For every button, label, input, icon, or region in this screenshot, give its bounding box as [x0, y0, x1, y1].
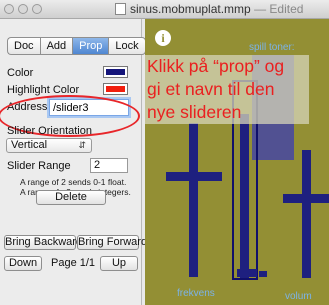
range-label: Slider Range [7, 160, 71, 172]
address-label: Address [7, 101, 48, 113]
window-titlebar: sinus.mobmuplat.mmp — Edited [0, 0, 329, 19]
tab-prop[interactable]: Prop [72, 37, 109, 55]
stepper-arrows-icon: ⇵ [78, 140, 86, 150]
range-note-1: A range of 2 sends 0-1 float. [20, 177, 127, 187]
slider-volum-knob[interactable] [283, 194, 329, 203]
instruction-line-2: gi et navn til den [147, 79, 275, 99]
highlight-color-label: Highlight Color [7, 84, 80, 96]
spill-toner-label: spill toner: [249, 42, 295, 53]
page-down-button[interactable]: Down [4, 256, 42, 271]
slider-frekvens-knob[interactable] [166, 172, 222, 181]
instruction-line-1: Klikk på “prop” og [147, 56, 285, 76]
instruction-line-3: nye slideren [147, 102, 242, 122]
slider-frekvens-track[interactable] [189, 123, 198, 277]
tab-add[interactable]: Add [39, 37, 73, 55]
zoom-window-button[interactable] [32, 4, 42, 14]
address-input[interactable] [49, 99, 129, 116]
slider-volum-track[interactable] [302, 150, 311, 278]
slider3-track[interactable] [240, 114, 249, 278]
properties-sidebar: Doc Add Prop Lock Color Highlight Color … [0, 19, 147, 305]
color-label: Color [7, 67, 34, 79]
sidebar-tab-bar: Doc Add Prop Lock [7, 37, 146, 55]
resize-handle-icon[interactable] [259, 271, 267, 277]
orientation-label: Slider Orientation [7, 125, 92, 137]
delete-button[interactable]: Delete [36, 190, 106, 205]
color-swatch-fill [106, 69, 125, 75]
page-up-button[interactable]: Up [100, 256, 138, 271]
frekvens-label: frekvens [177, 288, 215, 299]
color-swatch[interactable] [103, 66, 128, 78]
volum-label: volum [285, 291, 312, 302]
orientation-select[interactable]: Vertical ⇵ [6, 138, 92, 153]
bring-forward-button[interactable]: Bring Forward [77, 235, 147, 250]
minimize-window-button[interactable] [18, 4, 28, 14]
document-icon [115, 3, 126, 15]
window-title: sinus.mobmuplat.mmp — Edited [130, 2, 304, 16]
instruction-overlay: Klikk på “prop” og gi et navn til den ny… [145, 55, 309, 124]
close-window-button[interactable] [4, 4, 14, 14]
layout-canvas[interactable]: spill toner: i Klikk på “prop” og gi et … [145, 19, 329, 305]
page-indicator: Page 1/1 [51, 257, 96, 269]
info-icon[interactable]: i [155, 30, 171, 46]
slider3-knob[interactable] [237, 269, 257, 277]
tab-lock[interactable]: Lock [108, 37, 146, 55]
highlight-swatch-fill [106, 86, 125, 92]
bring-backward-button[interactable]: Bring Backward [4, 235, 82, 250]
range-input[interactable]: 2 [90, 158, 128, 173]
orientation-value: Vertical [11, 139, 48, 151]
tab-doc[interactable]: Doc [7, 37, 40, 55]
highlight-color-swatch[interactable] [103, 83, 128, 95]
